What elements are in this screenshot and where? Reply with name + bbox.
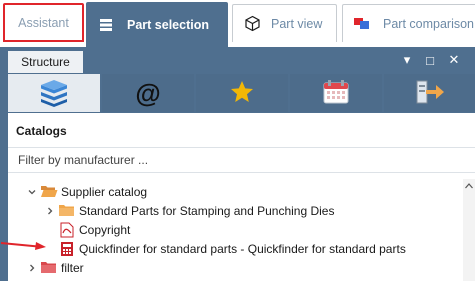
tab-part-view-label: Part view [271,16,323,31]
cube-icon [243,15,261,33]
tab-part-selection-label: Part selection [127,18,209,32]
catalogs-heading: Catalogs [16,124,67,138]
stack-icon [97,16,115,34]
catalogs-content: Catalogs Supplier catalog [8,113,475,281]
tree-item-supplier-catalog[interactable]: Supplier catalog [26,182,147,201]
chevron-down-icon[interactable] [26,182,38,201]
chevron-right-icon[interactable] [44,201,56,220]
tree-item-label: Quickfinder for standard parts - Quickfi… [79,241,406,256]
chevron-right-icon[interactable] [26,258,38,277]
tree-item-label: filter [61,260,84,275]
tab-part-comparison-label: Part comparison [383,16,475,31]
at-sign-icon: @ [135,78,161,108]
calendar-button[interactable] [290,74,382,112]
tree-item-filter[interactable]: filter [26,258,84,277]
annotation-arrow-icon [0,242,46,250]
tree-item-copyright[interactable]: Copyright [56,220,130,239]
tab-assistant-label: Assistant [18,15,69,30]
tab-assistant[interactable]: Assistant [3,3,84,42]
panel-titlebar: Structure ▾ □ ✕ [0,47,475,73]
tree-item-label: Supplier catalog [61,184,148,199]
tab-part-view[interactable]: Part view [232,4,337,42]
export-button[interactable] [384,74,475,112]
panel-title: Structure [21,55,70,69]
manufacturer-filter-input[interactable] [8,147,475,173]
close-icon[interactable]: ✕ [446,52,462,68]
folder-icon [58,203,76,219]
main-tab-bar: Assistant Part selection Part view Part … [0,0,475,47]
structure-panel: Structure ▾ □ ✕ @ Catalogs Filter by man… [0,47,475,281]
tree-item-label: Copyright [79,222,131,237]
at-sign-button[interactable]: @ [102,74,194,112]
maximize-icon[interactable]: □ [422,52,438,68]
catalogs-icon [37,77,71,110]
export-icon [414,78,446,109]
tab-part-comparison[interactable]: Part comparison [342,4,475,42]
dropdown-icon[interactable]: ▾ [399,52,415,68]
scroll-up-icon[interactable] [463,181,475,191]
calculator-icon [58,241,76,257]
catalog-tree: Supplier catalog Standard Parts for Stam… [8,179,463,281]
tab-part-selection[interactable]: Part selection [86,2,228,47]
star-icon [229,79,255,108]
tree-scrollbar[interactable] [463,179,475,281]
folder-open-icon [40,184,58,200]
tree-item-standard-parts[interactable]: Standard Parts for Stamping and Punching… [44,201,334,220]
tree-item-label: Standard Parts for Stamping and Punching… [79,203,335,218]
catalog-toolbar: @ [8,73,475,113]
favorites-button[interactable] [196,74,288,112]
panel-tab-structure[interactable]: Structure [8,51,83,73]
catalogs-button[interactable] [8,74,100,112]
pdf-icon [58,222,76,238]
compare-icon [353,15,371,33]
tree-item-quickfinder[interactable]: Quickfinder for standard parts - Quickfi… [56,239,406,258]
folder-red-icon [40,260,58,276]
calendar-icon [322,79,350,108]
